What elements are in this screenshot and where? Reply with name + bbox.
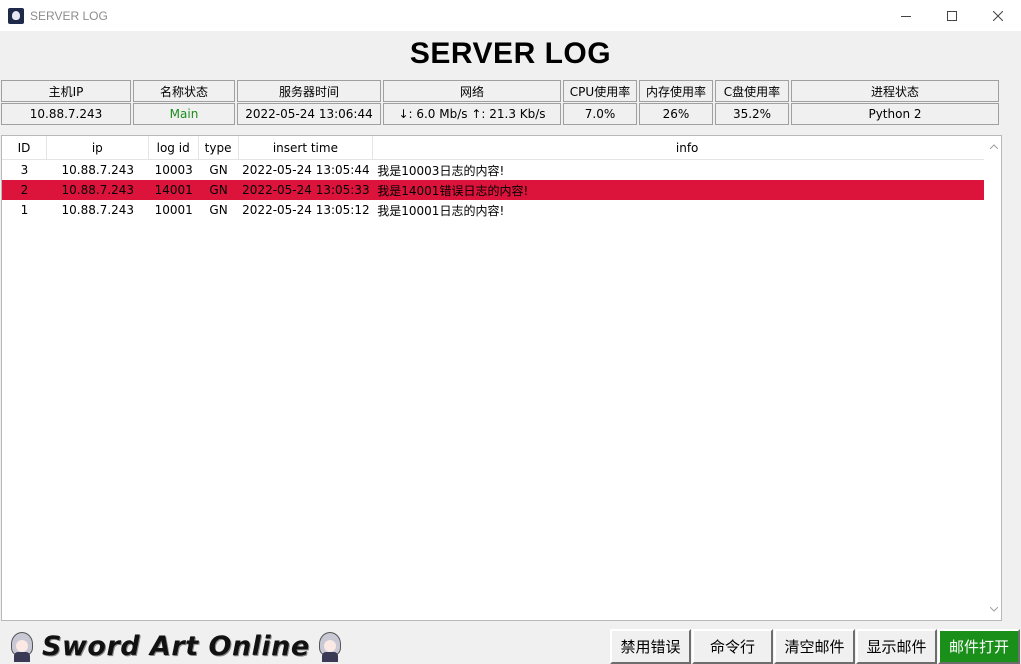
cell-type: GN bbox=[209, 183, 228, 197]
show-mail-button[interactable]: 显示邮件 bbox=[856, 629, 937, 664]
log-table[interactable]: ID ip log id type insert time info 3 10.… bbox=[1, 135, 1002, 621]
minimize-button[interactable] bbox=[883, 0, 929, 31]
footer-bar: Sword Art Online 禁用错误 命令行 清空邮件 显示邮件 邮件打开 bbox=[0, 625, 1021, 664]
chevron-down-icon bbox=[989, 607, 998, 612]
footer-button-group: 禁用错误 命令行 清空邮件 显示邮件 邮件打开 bbox=[610, 629, 1021, 664]
character-right-icon bbox=[316, 630, 344, 662]
column-header-type[interactable]: type bbox=[199, 136, 239, 160]
vertical-scrollbar[interactable] bbox=[984, 136, 1001, 620]
server-time-value: 2022-05-24 13:06:44 bbox=[237, 103, 381, 125]
host-ip-value: 10.88.7.243 bbox=[1, 103, 131, 125]
disable-errors-button[interactable]: 禁用错误 bbox=[610, 629, 691, 664]
command-line-button[interactable]: 命令行 bbox=[692, 629, 773, 664]
status-header-name-status: 名称状态 bbox=[133, 80, 235, 102]
cell-log-id: 10003 bbox=[154, 163, 193, 177]
status-header-server-time: 服务器时间 bbox=[237, 80, 381, 102]
cell-type: GN bbox=[209, 163, 228, 177]
status-header-process: 进程状态 bbox=[791, 80, 999, 102]
cell-info: 我是14001错误日志的内容! bbox=[377, 183, 529, 198]
close-icon bbox=[993, 10, 1003, 21]
cell-ip: 10.88.7.243 bbox=[61, 183, 135, 197]
cell-info: 我是10003日志的内容! bbox=[377, 163, 505, 178]
table-row[interactable]: 3 10.88.7.243 10003 GN 2022-05-24 13:05:… bbox=[2, 160, 1001, 180]
cell-insert-time: 2022-05-24 13:05:44 bbox=[242, 163, 370, 177]
column-header-log-id[interactable]: log id bbox=[149, 136, 199, 160]
logo-text: Sword Art Online bbox=[42, 630, 310, 662]
maximize-icon bbox=[947, 10, 957, 21]
cell-ip: 10.88.7.243 bbox=[61, 163, 135, 177]
column-header-ip[interactable]: ip bbox=[47, 136, 149, 160]
mail-open-button[interactable]: 邮件打开 bbox=[938, 629, 1020, 664]
name-status-value: Main bbox=[133, 103, 235, 125]
cell-id: 1 bbox=[20, 203, 29, 217]
cell-log-id: 10001 bbox=[154, 203, 193, 217]
cell-type: GN bbox=[209, 203, 228, 217]
character-left-icon bbox=[8, 630, 36, 662]
scroll-down-button[interactable] bbox=[985, 601, 1002, 618]
window-title: SERVER LOG bbox=[30, 8, 108, 23]
cell-info: 我是10001日志的内容! bbox=[377, 203, 505, 218]
app-icon bbox=[8, 7, 24, 24]
status-grid: 主机IP 名称状态 服务器时间 网络 CPU使用率 内存使用率 C盘使用率 进程… bbox=[1, 80, 1001, 126]
status-header-network: 网络 bbox=[383, 80, 561, 102]
column-header-info[interactable]: info bbox=[373, 136, 1001, 160]
scroll-up-button[interactable] bbox=[985, 138, 1002, 155]
status-header-cpu: CPU使用率 bbox=[563, 80, 637, 102]
cell-log-id: 14001 bbox=[154, 183, 193, 197]
chevron-up-icon bbox=[989, 144, 998, 149]
window-controls bbox=[883, 0, 1021, 31]
sao-logo: Sword Art Online bbox=[8, 629, 344, 663]
page-title: SERVER LOG bbox=[409, 37, 612, 70]
clear-mail-button[interactable]: 清空邮件 bbox=[774, 629, 855, 664]
table-row[interactable]: 1 10.88.7.243 10001 GN 2022-05-24 13:05:… bbox=[2, 200, 1001, 220]
cpu-usage-value: 7.0% bbox=[563, 103, 637, 125]
status-header-memory: 内存使用率 bbox=[639, 80, 713, 102]
status-header-host-ip: 主机IP bbox=[1, 80, 131, 102]
network-value: ↓: 6.0 Mb/s ↑: 21.3 Kb/s bbox=[383, 103, 561, 125]
cell-insert-time: 2022-05-24 13:05:12 bbox=[242, 203, 370, 217]
status-header-disk: C盘使用率 bbox=[715, 80, 789, 102]
maximize-button[interactable] bbox=[929, 0, 975, 31]
table-row-error[interactable]: 2 10.88.7.243 14001 GN 2022-05-24 13:05:… bbox=[2, 180, 1001, 200]
status-value-row: 10.88.7.243 Main 2022-05-24 13:06:44 ↓: … bbox=[1, 103, 1001, 125]
cell-id: 3 bbox=[20, 163, 29, 177]
column-header-insert-time[interactable]: insert time bbox=[239, 136, 374, 160]
log-table-header: ID ip log id type insert time info bbox=[2, 136, 1001, 160]
cell-ip: 10.88.7.243 bbox=[61, 203, 135, 217]
column-header-id[interactable]: ID bbox=[2, 136, 47, 160]
minimize-icon bbox=[901, 15, 911, 17]
process-status-value: Python 2 bbox=[791, 103, 999, 125]
cell-insert-time: 2022-05-24 13:05:33 bbox=[242, 183, 370, 197]
close-button[interactable] bbox=[975, 0, 1021, 31]
memory-usage-value: 26% bbox=[639, 103, 713, 125]
window-titlebar[interactable]: SERVER LOG bbox=[0, 0, 1021, 31]
cell-id: 2 bbox=[20, 183, 29, 197]
status-header-row: 主机IP 名称状态 服务器时间 网络 CPU使用率 内存使用率 C盘使用率 进程… bbox=[1, 80, 1001, 102]
disk-usage-value: 35.2% bbox=[715, 103, 789, 125]
